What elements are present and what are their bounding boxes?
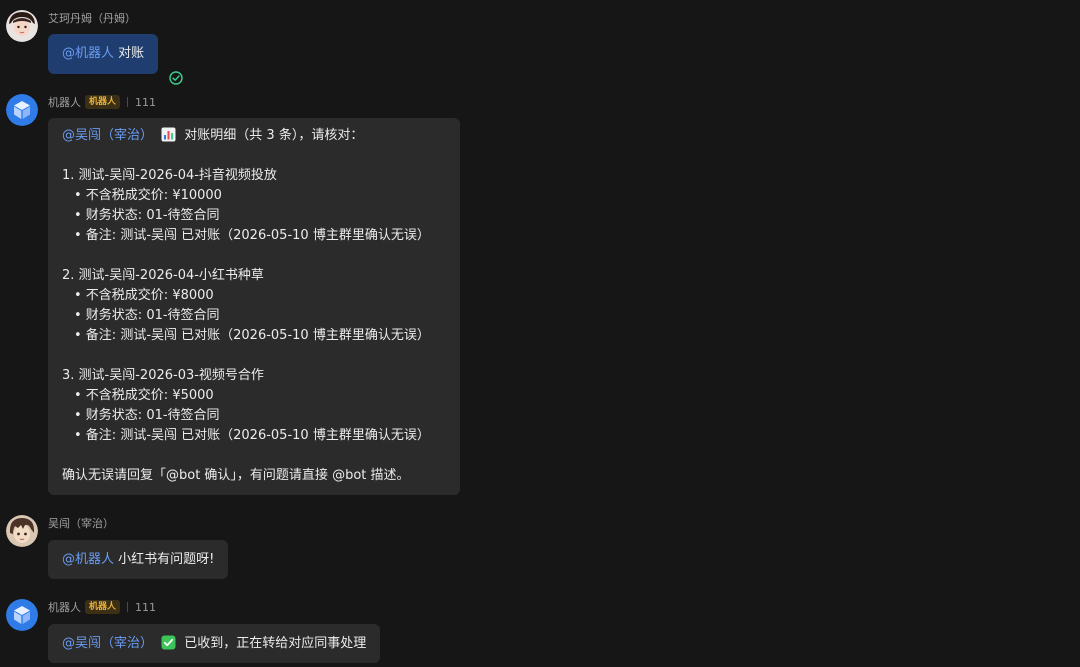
message-4: 机器人 机器人 111 @吴闯（宰治） 已收到，正在转给对应同事处理 [0,599,1080,667]
list-item-price: • 不含税成交价: ¥5000 [74,388,214,403]
message-1: 艾珂丹姆（丹姆） @机器人 对账 [0,10,1080,85]
green-check-icon [161,635,176,657]
list-item-note: • 备注: 测试-吴闯 已对账（2026-05-10 博主群里确认无误） [74,428,430,443]
divider [127,97,129,107]
list-item-note: • 备注: 测试-吴闯 已对账（2026-05-10 博主群里确认无误） [74,228,430,243]
message-text: 已收到，正在转给对应同事处理 [184,635,367,651]
sender-name[interactable]: 机器人 [48,599,81,615]
list-item-status: • 财务状态: 01-待签合同 [74,308,220,323]
list-item-title: 2. 测试-吴闯-2026-04-小红书种草 [62,268,264,283]
extension-number: 111 [135,95,157,109]
list-item-status: • 财务状态: 01-待签合同 [74,208,220,223]
message-text: 小红书有问题呀! [118,551,215,567]
extension-number: 111 [135,600,157,614]
message-bubble[interactable]: @吴闯（宰治） 对账明细（共 3 条），请核对： 1. 测试-吴闯-2026-0… [48,118,460,495]
sender-name[interactable]: 吴闯（宰治） [48,515,114,531]
message-bubble[interactable]: @吴闯（宰治） 已收到，正在转给对应同事处理 [48,624,381,663]
chat-area: 艾珂丹姆（丹姆） @机器人 对账 机器人 机器人 111 @吴闯（宰治） 对账明… [0,0,1080,667]
avatar[interactable] [6,10,38,42]
sender-line: 艾珂丹姆（丹姆） [48,10,136,26]
sender-line: 吴闯（宰治） [48,515,114,531]
divider [127,602,129,612]
bot-tag: 机器人 [85,600,121,614]
list-item-note: • 备注: 测试-吴闯 已对账（2026-05-10 博主群里确认无误） [74,328,430,343]
cube-icon[interactable] [6,599,38,631]
sender-line: 机器人 机器人 111 [48,94,156,110]
list-item-status: • 财务状态: 01-待签合同 [74,408,220,423]
sender-name[interactable]: 机器人 [48,94,81,110]
list-item-title: 1. 测试-吴闯-2026-04-抖音视频投放 [62,168,277,183]
sender-line: 机器人 机器人 111 [48,599,156,615]
bar-chart-icon [161,127,176,149]
message-bubble[interactable]: @机器人 小红书有问题呀! [48,540,229,579]
mention-link[interactable]: @吴闯（宰治） [62,636,153,651]
cube-icon[interactable] [6,94,38,126]
list-item-title: 3. 测试-吴闯-2026-03-视频号合作 [62,368,264,383]
list-item-price: • 不含税成交价: ¥10000 [74,188,222,203]
message-3: 吴闯（宰治） @机器人 小红书有问题呀! [0,515,1080,585]
message-footer: 确认无误请回复「@bot 确认」，有问题请直接 @bot 描述。 [62,468,410,483]
sender-name[interactable]: 艾珂丹姆（丹姆） [48,10,136,26]
message-2: 机器人 机器人 111 @吴闯（宰治） 对账明细（共 3 条），请核对： 1. … [0,94,1080,499]
message-text: 对账明细（共 3 条），请核对： [184,128,364,143]
check-circle-icon [169,70,183,85]
list-item-price: • 不含税成交价: ¥8000 [74,288,214,303]
bot-tag: 机器人 [85,95,121,109]
mention-link[interactable]: @机器人 [62,46,114,61]
message-header: @吴闯（宰治） 对账明细（共 3 条），请核对： [62,126,446,146]
avatar[interactable] [6,515,38,547]
message-text: 对账 [118,46,145,61]
message-bubble[interactable]: @机器人 对账 [48,34,159,74]
mention-link[interactable]: @吴闯（宰治） [62,128,153,143]
mention-link[interactable]: @机器人 [62,552,114,567]
